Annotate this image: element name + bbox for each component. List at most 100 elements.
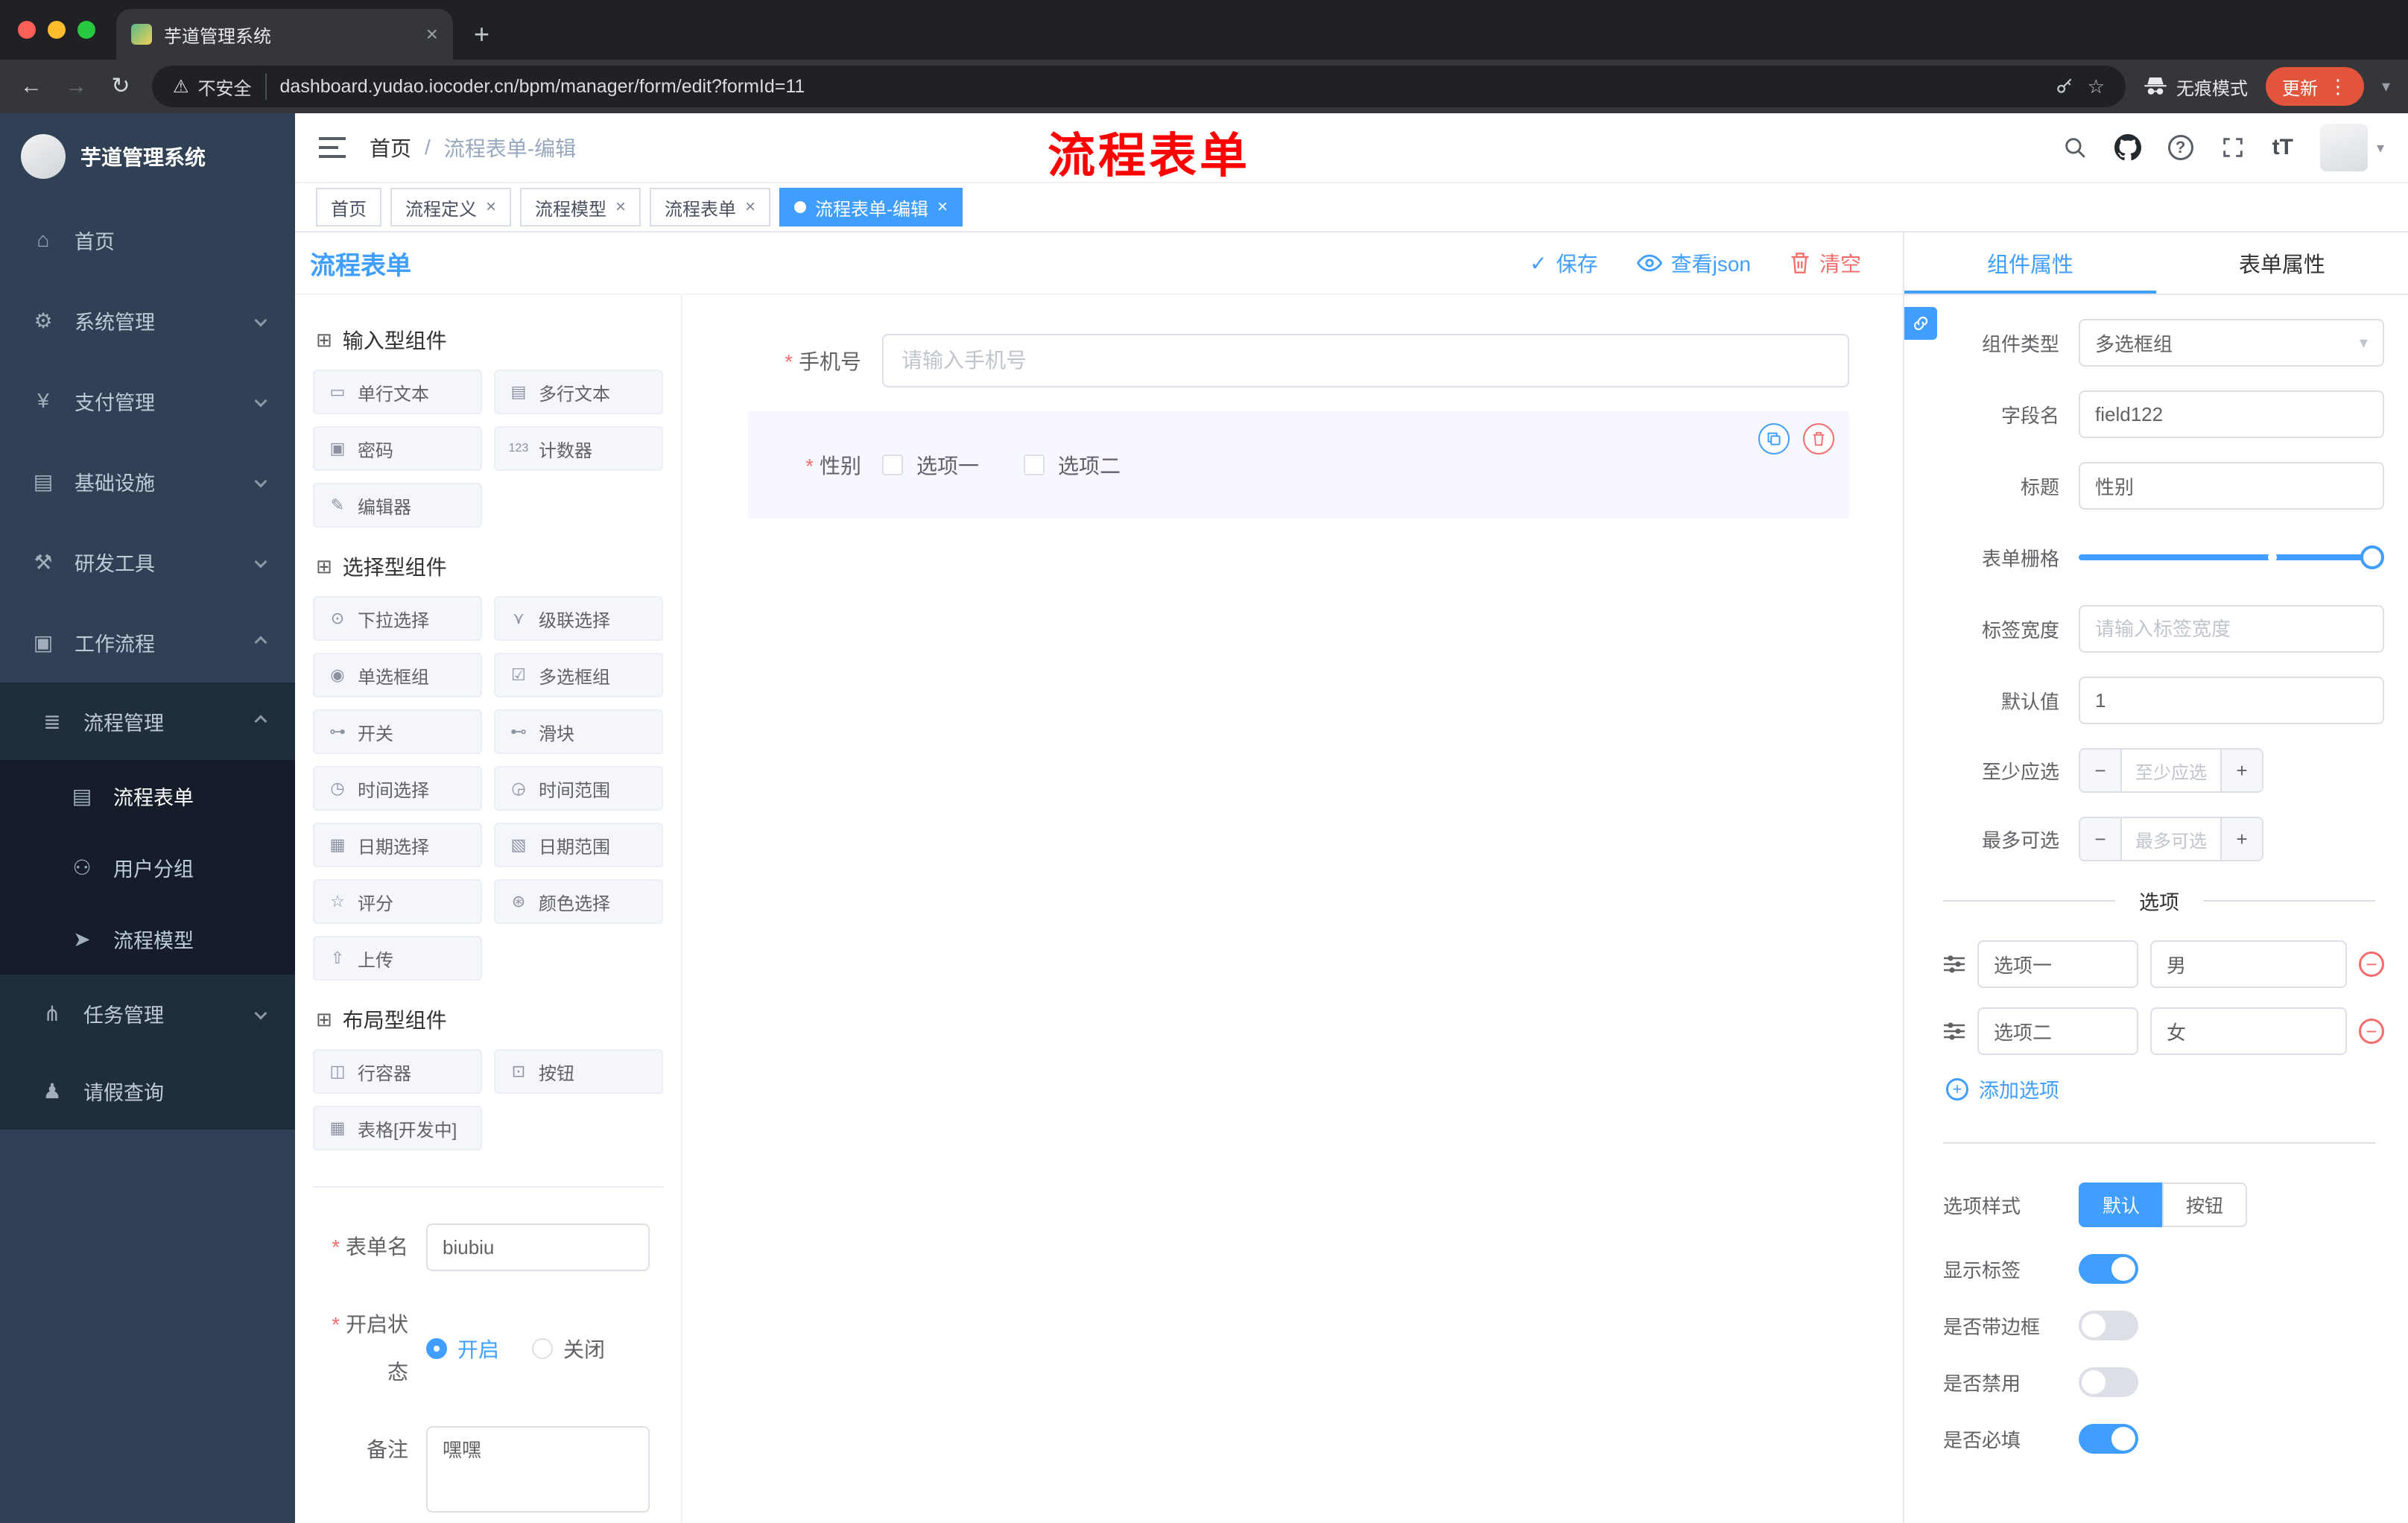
view-json-button[interactable]: 查看json [1636,248,1751,278]
increase-button[interactable]: + [2220,750,2262,791]
github-icon[interactable] [2114,134,2141,161]
remove-option-button[interactable]: − [2359,952,2384,977]
title-input[interactable] [2079,462,2384,510]
hamburger-icon[interactable] [319,136,346,159]
sidebar-item-infrastructure[interactable]: ▤ 基础设施 [0,441,295,522]
help-icon[interactable]: ? [2167,135,2193,160]
gender-option-1-checkbox[interactable]: 选项一 [882,450,979,480]
clear-button[interactable]: 清空 [1790,248,1861,278]
form-name-input[interactable] [426,1223,650,1271]
font-size-icon[interactable]: tT [2272,135,2293,160]
tag-process-model[interactable]: 流程模型 × [520,188,641,227]
decrease-button[interactable]: − [2080,818,2122,860]
tab-form-props[interactable]: 表单属性 [2156,232,2408,294]
palette-item-date-picker[interactable]: ▦ 日期选择 [313,823,482,867]
browser-menu-icon[interactable]: ⋮ [2328,75,2348,98]
decrease-button[interactable]: − [2080,750,2122,791]
password-key-icon[interactable] [2055,77,2074,96]
option-label-input[interactable] [1977,940,2138,988]
close-tag-icon[interactable]: × [937,198,948,216]
palette-item-single-text[interactable]: ▭ 单行文本 [313,370,482,414]
field-name-input[interactable] [2079,390,2384,438]
close-tag-icon[interactable]: × [615,198,626,216]
palette-item-rate[interactable]: ☆ 评分 [313,879,482,924]
default-value-input[interactable] [2079,677,2384,724]
palette-item-button[interactable]: ⊡ 按钮 [494,1049,663,1094]
palette-item-upload[interactable]: ⇧ 上传 [313,936,482,981]
chevron-down-icon[interactable]: ▾ [2382,77,2390,96]
delete-component-button[interactable] [1803,423,1834,455]
sidebar-item-user-group[interactable]: ⚇ 用户分组 [0,832,295,903]
save-button[interactable]: ✓ 保存 [1530,248,1597,278]
required-switch[interactable] [2079,1424,2138,1454]
sidebar-item-payment[interactable]: ¥ 支付管理 [0,361,295,441]
palette-item-editor[interactable]: ✎ 编辑器 [313,483,482,528]
sidebar-item-process-model[interactable]: ➤ 流程模型 [0,903,295,975]
status-on-radio[interactable]: 开启 [426,1334,499,1364]
palette-item-date-range[interactable]: ▧ 日期范围 [494,823,663,867]
sidebar-item-devtools[interactable]: ⚒ 研发工具 [0,522,295,602]
security-indicator[interactable]: ⚠ 不安全 [173,73,267,100]
tab-component-props[interactable]: 组件属性 [1904,232,2156,294]
palette-item-color-picker[interactable]: ⊛ 颜色选择 [494,879,663,924]
with-border-switch[interactable] [2079,1311,2138,1340]
label-width-input[interactable] [2079,605,2384,653]
sidebar-item-process-form[interactable]: ▤ 流程表单 [0,760,295,832]
palette-item-counter[interactable]: 123 计数器 [494,426,663,471]
close-tag-icon[interactable]: × [745,198,755,216]
slider-handle[interactable] [2360,545,2384,569]
tag-process-form-edit[interactable]: 流程表单-编辑 × [779,188,963,227]
reload-icon[interactable]: ↻ [107,75,134,98]
palette-item-time-picker[interactable]: ◷ 时间选择 [313,766,482,811]
bookmark-star-icon[interactable]: ☆ [2088,77,2105,96]
remove-option-button[interactable]: − [2359,1019,2384,1044]
search-icon[interactable] [2062,135,2088,160]
max-select-value[interactable]: 最多可选 [2122,818,2220,860]
user-menu[interactable]: ▾ [2319,124,2384,171]
zoom-window-button[interactable] [77,21,95,39]
sidebar-item-system[interactable]: ⚙ 系统管理 [0,280,295,361]
forward-icon[interactable]: → [63,75,89,98]
palette-item-time-range[interactable]: ◶ 时间范围 [494,766,663,811]
form-grid-slider[interactable] [2079,545,2384,569]
sidebar-item-process-management[interactable]: ≣ 流程管理 [0,683,295,760]
link-tag[interactable] [1904,307,1937,340]
palette-item-checkbox-group[interactable]: ☑ 多选框组 [494,653,663,697]
sidebar-item-task-management[interactable]: ⋔ 任务管理 [0,975,295,1052]
palette-item-radio-group[interactable]: ◉ 单选框组 [313,653,482,697]
style-default-button[interactable]: 默认 [2079,1182,2164,1227]
sidebar-item-workflow[interactable]: ▣ 工作流程 [0,602,295,683]
browser-tab[interactable]: 芋道管理系统 × [116,9,453,60]
increase-button[interactable]: + [2220,818,2262,860]
palette-item-cascader[interactable]: ⋎ 级联选择 [494,596,663,641]
style-button-button[interactable]: 按钮 [2162,1182,2248,1227]
palette-item-password[interactable]: ▣ 密码 [313,426,482,471]
phone-input[interactable] [882,334,1849,387]
tag-process-form[interactable]: 流程表单 × [650,188,771,227]
sidebar-item-leave-query[interactable]: ♟ 请假查询 [0,1052,295,1130]
status-off-radio[interactable]: 关闭 [532,1334,605,1364]
sidebar-item-home[interactable]: ⌂ 首页 [0,200,295,280]
palette-item-multi-text[interactable]: ▤ 多行文本 [494,370,663,414]
palette-item-switch[interactable]: ⊶ 开关 [313,709,482,754]
remark-textarea[interactable]: 嘿嘿 [426,1426,650,1513]
update-browser-button[interactable]: 更新 ⋮ [2265,67,2364,106]
new-tab-button[interactable]: + [474,21,489,48]
drag-handle-icon[interactable] [1943,1021,1965,1042]
palette-item-dropdown[interactable]: ⊙ 下拉选择 [313,596,482,641]
option-value-input[interactable] [2150,1007,2347,1055]
gender-option-2-checkbox[interactable]: 选项二 [1024,450,1121,480]
canvas-field-gender-selected[interactable]: 性别 选项一 选项二 [748,411,1849,519]
component-type-select[interactable]: 多选框组 ▾ [2079,319,2384,367]
drag-handle-icon[interactable] [1943,954,1965,975]
tag-home[interactable]: 首页 [316,188,381,227]
back-icon[interactable]: ← [18,75,45,98]
option-value-input[interactable] [2150,940,2347,988]
close-tag-icon[interactable]: × [486,198,496,216]
add-option-button[interactable]: + 添加选项 [1946,1074,2059,1104]
app-logo[interactable]: 芋道管理系统 [0,113,295,200]
minimize-window-button[interactable] [48,21,66,39]
tag-process-definition[interactable]: 流程定义 × [390,188,512,227]
close-tab-icon[interactable]: × [426,24,438,45]
palette-item-row-container[interactable]: ◫ 行容器 [313,1049,482,1094]
